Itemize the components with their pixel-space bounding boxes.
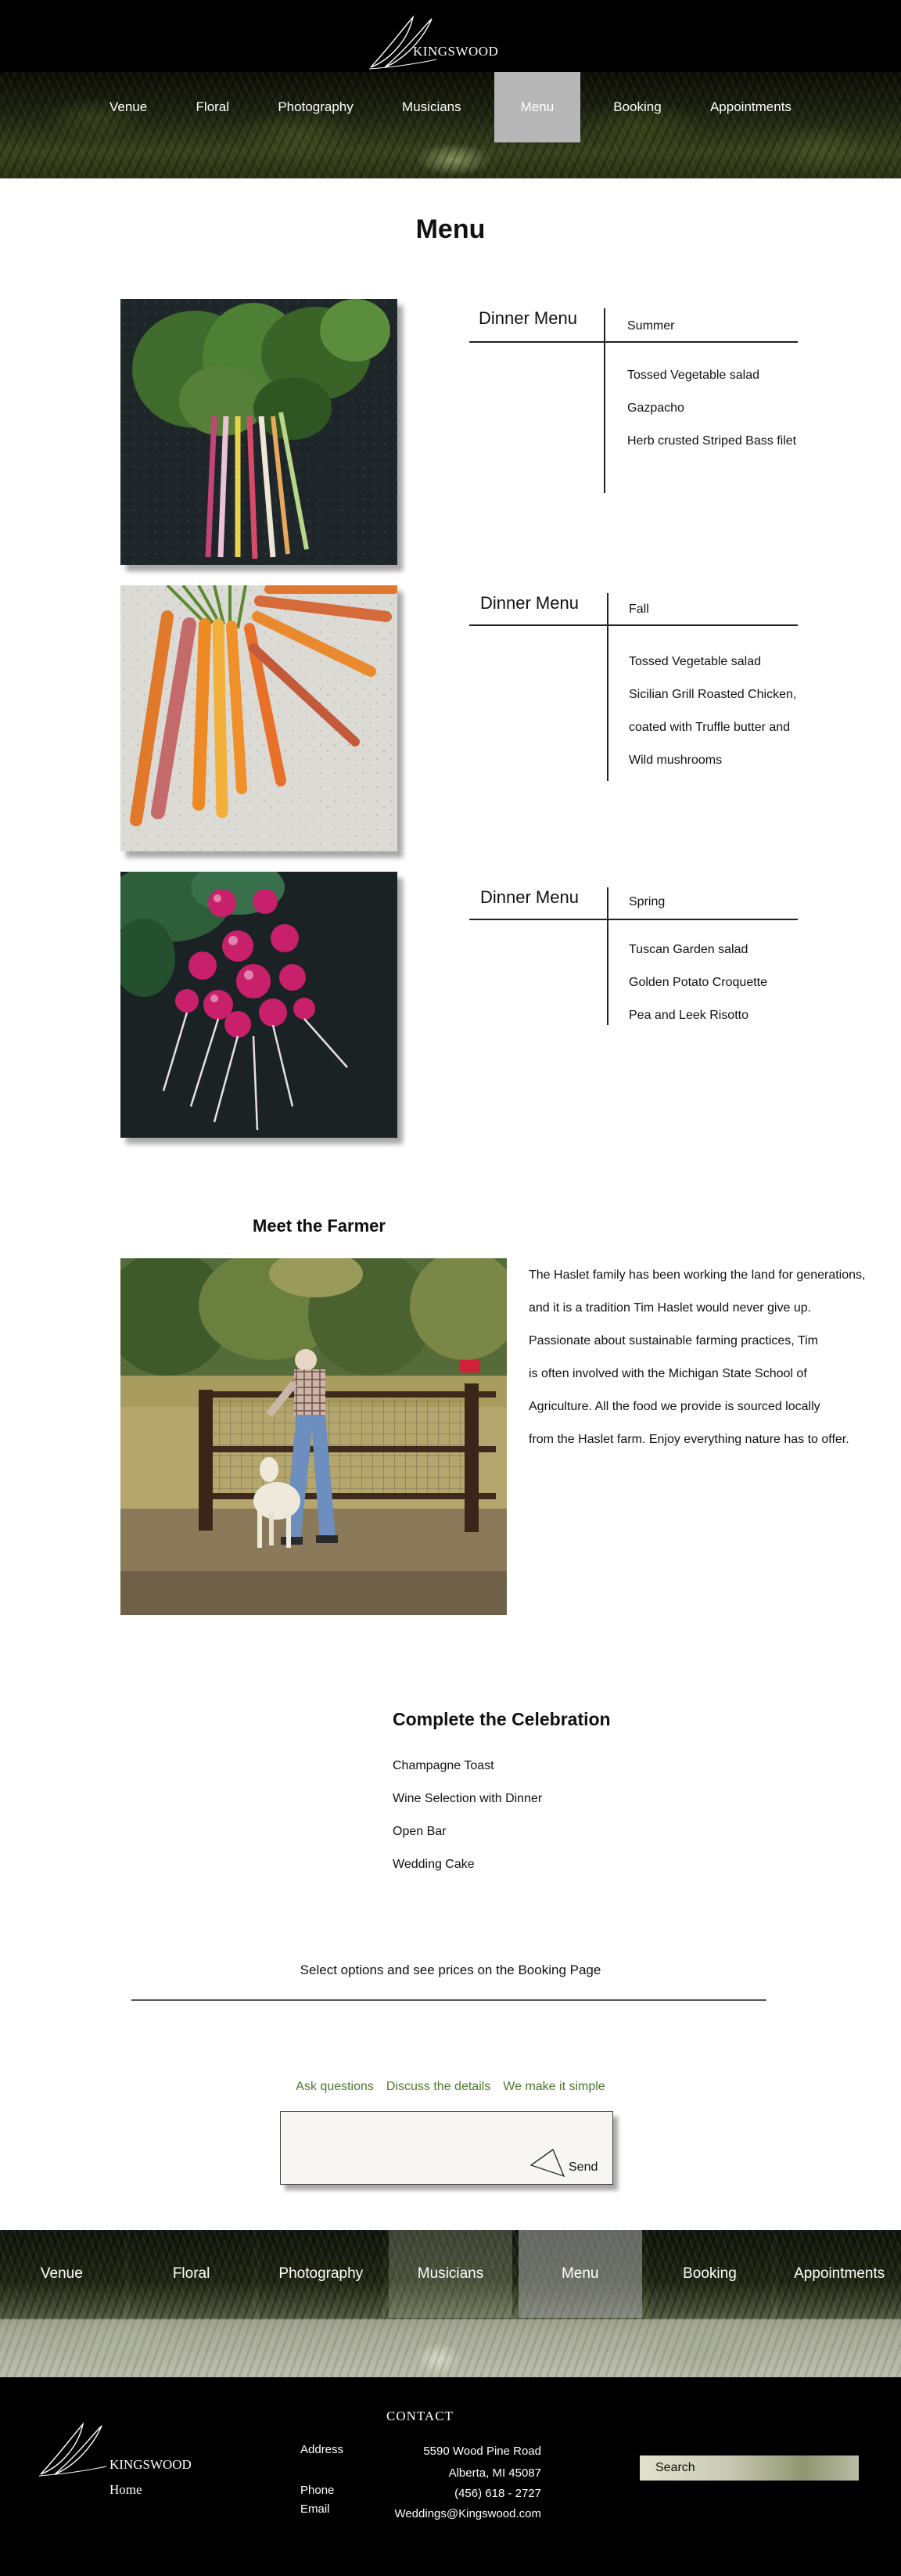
bottom-nav-floral[interactable]: Floral — [129, 2230, 253, 2318]
phone-label: Phone — [300, 2484, 335, 2497]
menu-title: Dinner Menu — [480, 887, 579, 907]
feather-logo-icon — [38, 2422, 107, 2477]
celebration-item: Wine Selection with Dinner — [393, 1792, 543, 1805]
menu-items: Tossed Vegetable salad Gazpacho Herb cru… — [627, 366, 796, 465]
send-button[interactable]: Send — [529, 2146, 608, 2178]
address-line-2: Alberta, MI 45087 — [448, 2466, 541, 2480]
menu-title: Dinner Menu — [479, 308, 577, 328]
search-input[interactable]: Search — [640, 2455, 859, 2481]
nav-musicians[interactable]: Musicians — [386, 72, 477, 142]
menu-items: Tossed Vegetable salad Sicilian Grill Ro… — [629, 653, 796, 784]
menu-season: Fall — [629, 603, 649, 616]
bottom-nav-menu[interactable]: Menu — [518, 2230, 642, 2318]
email-label: Email — [300, 2502, 330, 2516]
menu-item: Golden Potato Croquette — [629, 976, 768, 989]
menu-divider — [607, 593, 608, 781]
celebration-item: Wedding Cake — [393, 1858, 475, 1871]
phone-number[interactable]: (456) 618 - 2727 — [454, 2487, 541, 2500]
farmer-bio-line: is often involved with the Michigan Stat… — [529, 1367, 807, 1380]
contact-heading: CONTACT — [386, 2409, 454, 2423]
menu-season: Spring — [629, 895, 666, 908]
address-label: Address — [300, 2443, 344, 2456]
menu-item: Herb crusted Striped Bass filet — [627, 434, 797, 448]
nav-floral[interactable]: Floral — [181, 72, 246, 142]
bottom-nav: Venue Floral Photography Musicians Menu … — [0, 2230, 901, 2318]
celebration-item: Open Bar — [393, 1825, 447, 1838]
bottom-nav-photography[interactable]: Photography — [259, 2230, 383, 2318]
farmer-bio-line: and it is a tradition Tim Haslet would n… — [529, 1301, 812, 1315]
menu-rule — [469, 919, 798, 920]
form-taglines: Ask questions Discuss the details We mak… — [0, 2080, 901, 2094]
send-label: Send — [569, 2160, 598, 2174]
menu-divider — [604, 308, 605, 493]
brand-name: KINGSWOOD — [413, 44, 499, 59]
email-address[interactable]: Weddings@Kingswood.com — [394, 2507, 541, 2520]
farmer-bio: The Haslet family has been working the l… — [529, 1266, 888, 1463]
feather-logo-icon — [368, 15, 437, 70]
top-nav: Venue Floral Photography Musicians Menu … — [78, 72, 823, 142]
nav-venue[interactable]: Venue — [94, 72, 163, 142]
menu-card-fall: Dinner Menu Fall Tossed Vegetable salad … — [469, 593, 798, 781]
tagline-discuss: Discuss the details — [386, 2080, 491, 2093]
bottom-nav-musicians[interactable]: Musicians — [389, 2230, 512, 2318]
bottom-nav-band: Venue Floral Photography Musicians Menu … — [0, 2230, 901, 2377]
menu-item: Sicilian Grill Roasted Chicken, — [629, 688, 797, 701]
band-haze — [0, 2319, 901, 2377]
address-line-1: 5590 Wood Pine Road — [423, 2445, 541, 2458]
page-title: Menu — [415, 214, 486, 244]
celebration-title: Complete the Celebration — [393, 1709, 611, 1729]
menu-item: Gazpacho — [627, 401, 684, 415]
farmer-title: Meet the Farmer — [253, 1216, 386, 1236]
menu-item: Tossed Vegetable salad — [629, 655, 762, 668]
radishes-photo — [120, 872, 397, 1138]
booking-note: Select options and see prices on the Boo… — [300, 1963, 601, 1977]
menu-item: coated with Truffle butter and — [629, 721, 791, 734]
footer-home-link[interactable]: Home — [109, 2482, 142, 2498]
farmer-photo — [120, 1258, 507, 1615]
menu-card-summer: Dinner Menu Summer Tossed Vegetable sala… — [469, 308, 798, 493]
menu-rule — [469, 624, 798, 626]
menu-item: Tuscan Garden salad — [629, 943, 748, 956]
bottom-nav-booking[interactable]: Booking — [648, 2230, 772, 2318]
menu-divider — [607, 887, 608, 1025]
site-footer: KINGSWOOD Home CONTACT Address 5590 Wood… — [0, 2377, 901, 2576]
celebration-list: Champagne Toast Wine Selection with Dinn… — [393, 1757, 542, 1888]
menu-item: Tossed Vegetable salad — [627, 369, 760, 382]
menu-card-spring: Dinner Menu Spring Tuscan Garden salad G… — [469, 887, 798, 1025]
nav-menu[interactable]: Menu — [494, 72, 580, 142]
paper-plane-icon — [529, 2148, 565, 2178]
farmer-bio-line: Agriculture. All the food we provide is … — [529, 1400, 820, 1413]
brand-logo[interactable]: KINGSWOOD — [368, 13, 540, 70]
menu-title: Dinner Menu — [480, 593, 579, 613]
chard-photo — [120, 299, 397, 565]
farmer-bio-line: The Haslet family has been working the l… — [529, 1268, 866, 1282]
menu-rule — [469, 341, 798, 343]
footer-brand: KINGSWOOD — [109, 2457, 192, 2472]
carrots-photo — [120, 585, 397, 851]
menu-item: Pea and Leek Risotto — [629, 1009, 748, 1022]
farmer-bio-line: Passionate about sustainable farming pra… — [529, 1334, 818, 1347]
nav-photography[interactable]: Photography — [262, 72, 368, 142]
site-header: KINGSWOOD Venue Floral Photography Music… — [0, 0, 901, 178]
celebration-item: Champagne Toast — [393, 1759, 494, 1772]
nav-booking[interactable]: Booking — [598, 72, 677, 142]
bottom-nav-venue[interactable]: Venue — [0, 2230, 124, 2318]
menu-items: Tuscan Garden salad Golden Potato Croque… — [629, 941, 767, 1039]
tagline-simple: We make it simple — [503, 2080, 605, 2093]
farmer-bio-line: from the Haslet farm. Enjoy everything n… — [529, 1433, 849, 1446]
message-input[interactable]: Send — [280, 2111, 613, 2185]
menu-item: Wild mushrooms — [629, 754, 723, 767]
bottom-nav-appointments[interactable]: Appointments — [777, 2230, 901, 2318]
section-divider — [131, 1999, 766, 2001]
nav-appointments[interactable]: Appointments — [695, 72, 807, 142]
menu-season: Summer — [627, 319, 675, 333]
tagline-ask: Ask questions — [296, 2080, 374, 2093]
